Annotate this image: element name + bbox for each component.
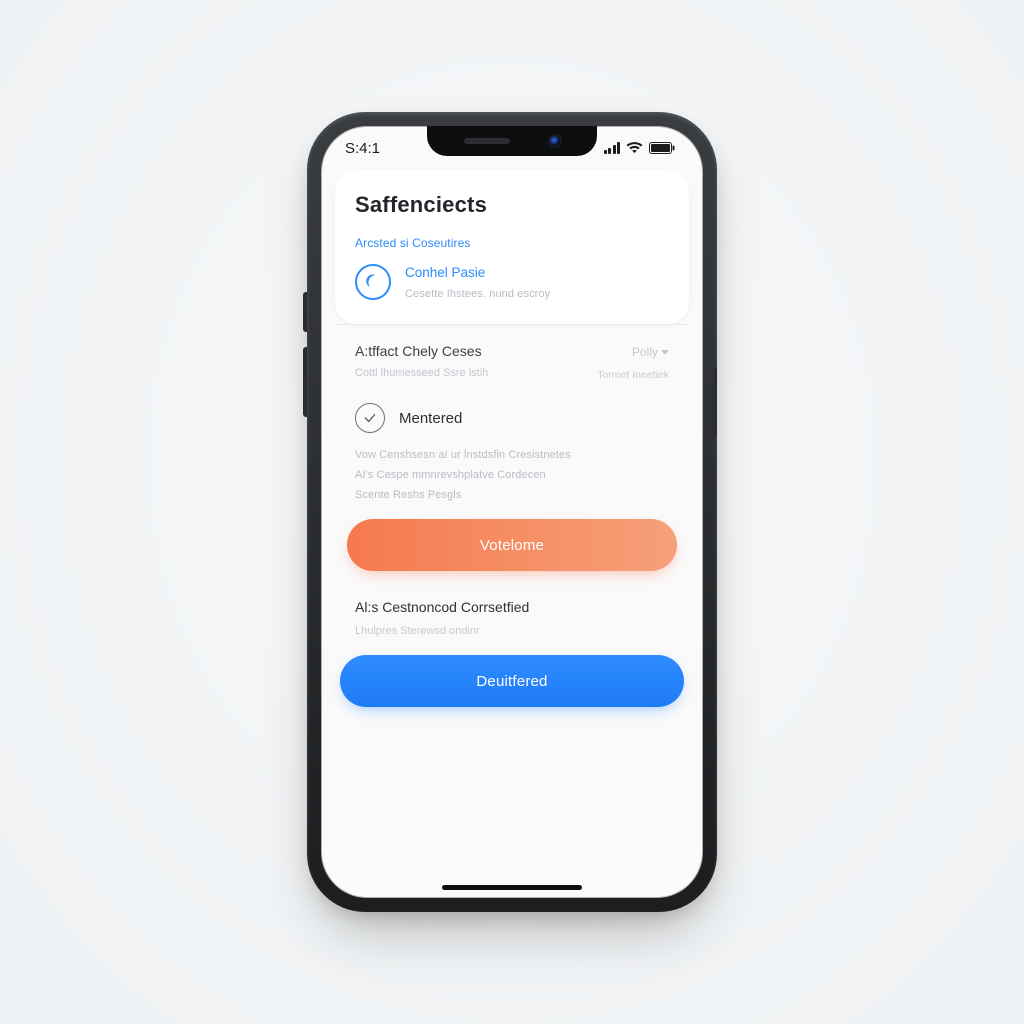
- section-header-left: A:tffact Chely Ceses Cottl lhumesseed Ss…: [355, 343, 488, 379]
- home-indicator[interactable]: [442, 885, 582, 890]
- sort-dropdown[interactable]: Polly: [632, 345, 669, 359]
- profile-labels: Conhel Pasie Cesette Ihstees. nund escro…: [405, 265, 550, 300]
- battery-icon: [649, 142, 675, 154]
- item-details: Vow Censhsesn aI ur lnstdsfin Cresistnet…: [335, 435, 689, 501]
- moon-icon: [355, 264, 391, 300]
- secondary-section-title: Al:s Cestnoncod Corrsetfied: [355, 599, 669, 615]
- chevron-down-icon: [661, 350, 669, 355]
- cellular-signal-icon: [604, 142, 621, 154]
- check-icon: [355, 403, 385, 433]
- screen: S:4:1: [321, 126, 703, 898]
- secondary-button[interactable]: Deuitfered: [340, 655, 684, 707]
- section-header-title: A:tffact Chely Ceses: [355, 343, 488, 359]
- section-header-subtitle: Cottl lhumesseed Ssre lstih: [355, 367, 488, 379]
- notch: [427, 126, 597, 156]
- profile-subtitle: Cesette Ihstees. nund escroy: [405, 288, 550, 300]
- section-header: A:tffact Chely Ceses Cottl lhumesseed Ss…: [335, 324, 689, 385]
- status-right: [604, 142, 676, 154]
- content-area: Saffenciects Arcsted si Coseutires Conhe…: [321, 170, 703, 898]
- item-detail-line: AI's Cespe mmnrevshplatve Cordecen: [355, 469, 669, 481]
- profile-title: Conhel Pasie: [405, 265, 550, 280]
- section-header-right: Polly Tormet Ineetiek: [597, 343, 669, 381]
- item-title: Mentered: [399, 410, 462, 427]
- wifi-icon: [626, 142, 643, 154]
- primary-button[interactable]: Votelome: [347, 519, 677, 571]
- card-link[interactable]: Arcsted si Coseutires: [355, 236, 669, 250]
- profile-row[interactable]: Conhel Pasie Cesette Ihstees. nund escro…: [355, 264, 669, 300]
- card-title: Saffenciects: [355, 192, 669, 218]
- phone-frame: S:4:1: [307, 112, 717, 912]
- speaker-grille: [464, 138, 510, 144]
- item-detail-line: Vow Censhsesn aI ur lnstdsfin Cresistnet…: [355, 449, 669, 461]
- list-item[interactable]: Mentered: [335, 385, 689, 435]
- summary-card: Saffenciects Arcsted si Coseutires Conhe…: [335, 170, 689, 324]
- front-camera: [550, 136, 560, 146]
- item-detail-line: Scente Reshs Pesgls: [355, 489, 669, 501]
- secondary-section: Al:s Cestnoncod Corrsetfied Lhulpres Ste…: [335, 571, 689, 637]
- section-header-right-sub: Tormet Ineetiek: [597, 369, 669, 381]
- secondary-section-subtitle: Lhulpres Sterewsd ondinr: [355, 625, 669, 637]
- status-time: S:4:1: [345, 140, 380, 157]
- sort-dropdown-label: Polly: [632, 345, 658, 359]
